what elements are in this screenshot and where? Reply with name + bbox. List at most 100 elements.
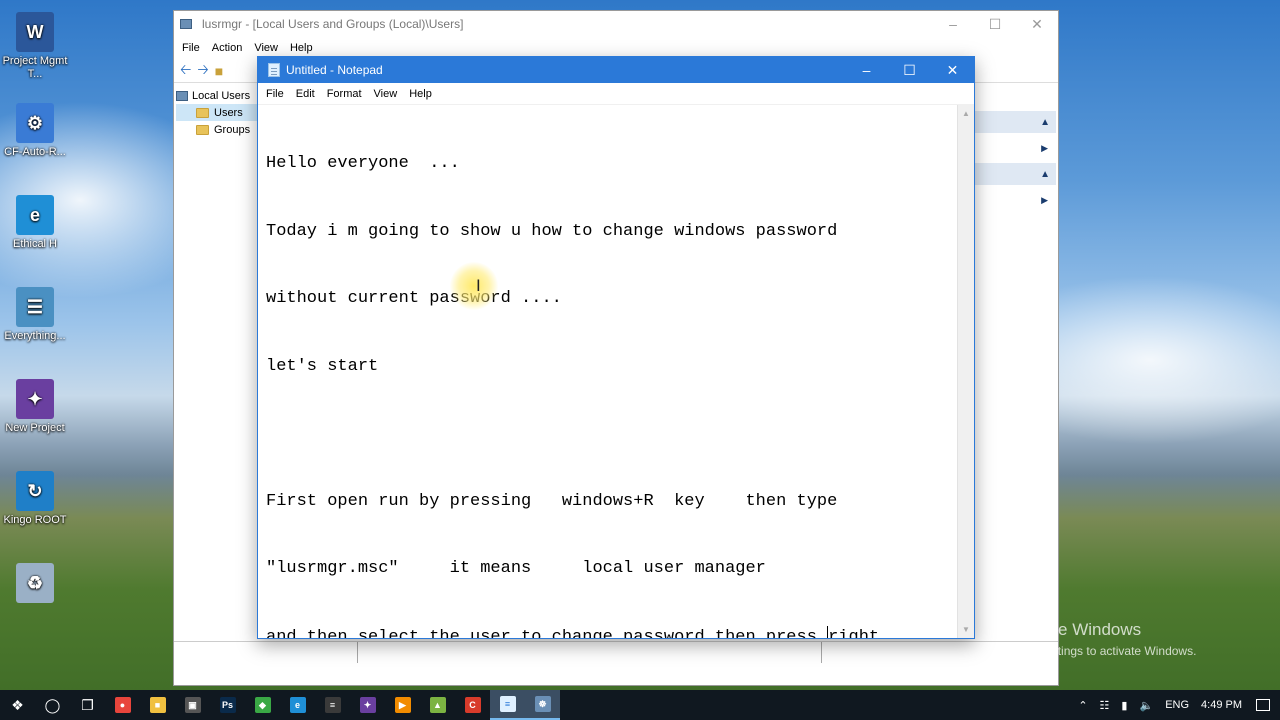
language-indicator[interactable]: ENG: [1159, 699, 1195, 711]
network-icon[interactable]: ☷: [1094, 699, 1116, 712]
desktop-shortcut[interactable]: ↻ Kingo ROOT: [0, 471, 70, 527]
lusrmgr-titlebar[interactable]: lusrmgr - [Local Users and Groups (Local…: [174, 11, 1058, 37]
start-button[interactable]: ❖: [0, 690, 35, 720]
photoshop-icon: Ps: [219, 697, 236, 713]
editor-line: "lusrmgr.msc" it means local user manage…: [266, 559, 766, 578]
forward-arrow-icon[interactable]: 🡢: [197, 59, 208, 83]
clock[interactable]: 4:49 PM: [1195, 699, 1248, 711]
notepad-icon: [268, 63, 280, 77]
maximize-button[interactable]: ☐: [888, 57, 931, 83]
folder-icon: [196, 107, 209, 118]
chrome-icon: ●: [114, 697, 131, 713]
vertical-scrollbar[interactable]: ▲ ▼: [957, 105, 974, 638]
menu-file[interactable]: File: [260, 88, 290, 100]
taskbar-android-studio-button[interactable]: ▲: [420, 690, 455, 720]
text-editor[interactable]: Hello everyone ... Today i m going to sh…: [258, 105, 957, 638]
tree-item-users[interactable]: Users: [176, 104, 266, 121]
actions-pane: ▲ ▶ ▲ ▶: [974, 111, 1056, 215]
desktop-shortcut[interactable]: ✦ New Project: [0, 379, 70, 435]
tree-item-groups[interactable]: Groups: [176, 121, 266, 138]
editor-line: ​: [266, 423, 949, 446]
edge-shortcut-icon: e: [16, 195, 54, 235]
notepad-titlebar[interactable]: Untitled - Notepad – ☐ ✕: [258, 57, 974, 83]
visual-studio-project-icon: ✦: [16, 379, 54, 419]
taskbar: ❖ ◯ ❐ ● ■ ▣ Ps ◆ e ≡ ✦ ▶ ▲ C ≡ ☸ ⌃ ☷ ▮ 🔈 ENG 4:49 PM: [0, 690, 1280, 720]
close-button[interactable]: ✕: [931, 57, 974, 83]
minimize-button[interactable]: –: [932, 11, 974, 37]
editor-line: without current password ....: [266, 289, 562, 308]
console-tree: Local Users Users Groups: [176, 87, 266, 138]
show-hidden-icons-icon[interactable]: ⌃: [1072, 699, 1093, 712]
desktop-shortcut[interactable]: ☰ Everything...: [0, 287, 70, 343]
recycle-bin-icon: ♻: [16, 563, 54, 603]
taskbar-calculator-button[interactable]: ≡: [315, 690, 350, 720]
notepad-menubar: File Edit Format View Help: [258, 83, 974, 105]
calculator-icon: ≡: [324, 697, 341, 713]
file-explorer-icon: ■: [149, 697, 166, 713]
editor-line: First open run by pressing windows+R key…: [266, 491, 838, 511]
taskbar-notepad-button[interactable]: ≡: [490, 690, 525, 720]
menu-action[interactable]: Action: [206, 42, 249, 54]
more-actions-expand[interactable]: ▶: [974, 137, 1056, 159]
ibeam-cursor-icon: I: [476, 276, 481, 295]
menu-help[interactable]: Help: [403, 88, 438, 100]
taskbar-edge-button[interactable]: e: [280, 690, 315, 720]
desktop-shortcut-label: Ethical H: [12, 238, 58, 250]
editor-line-tail: right: [828, 627, 880, 639]
menu-view[interactable]: View: [248, 42, 284, 54]
actions-header-collapse[interactable]: ▲: [974, 111, 1056, 133]
editor-line-with-caret: and then select the user to change passw…: [266, 625, 949, 639]
desktop-shortcut-label: Kingo ROOT: [3, 514, 67, 526]
taskbar-file-explorer-button[interactable]: ■: [140, 690, 175, 720]
taskbar-store-button[interactable]: ▣: [175, 690, 210, 720]
notepad-title: Untitled - Notepad: [286, 63, 383, 77]
minimize-button[interactable]: –: [845, 57, 888, 83]
edge-icon: e: [289, 697, 306, 713]
store-icon: ▣: [184, 697, 201, 713]
notifications-icon[interactable]: [1256, 699, 1270, 711]
watermark-subtitle: Go to Settings to activate Windows.: [1007, 644, 1197, 658]
menu-help[interactable]: Help: [284, 42, 319, 54]
taskbar-media-player-button[interactable]: ▶: [385, 690, 420, 720]
close-button[interactable]: ✕: [1016, 11, 1058, 37]
desktop-shortcut-label: New Project: [5, 422, 65, 434]
scroll-down-icon[interactable]: ▼: [958, 621, 974, 638]
desktop-shortcut[interactable]: ♻: [0, 563, 70, 606]
taskbar-android-tool-button[interactable]: ◆: [245, 690, 280, 720]
desktop-shortcut[interactable]: ⚙ CF-Auto-R...: [0, 103, 70, 159]
word-document-icon: W: [16, 12, 54, 52]
battery-icon[interactable]: ▮: [1115, 699, 1133, 712]
lusrmgr-title: lusrmgr - [Local Users and Groups (Local…: [202, 17, 464, 31]
search-icon[interactable]: ◯: [35, 690, 70, 720]
activation-watermark: Activate Windows Go to Settings to activ…: [1007, 620, 1196, 658]
scroll-up-icon[interactable]: ▲: [958, 105, 974, 122]
taskbar-visual-studio-button[interactable]: ✦: [350, 690, 385, 720]
taskbar-photoshop-button[interactable]: Ps: [210, 690, 245, 720]
desktop-shortcut[interactable]: W Project Mgmt T...: [0, 12, 70, 81]
notepad-icon: ≡: [499, 696, 516, 712]
taskbar-lusrmgr-button[interactable]: ☸: [525, 690, 560, 720]
editor-line: let's start: [266, 356, 379, 376]
cf-auto-root-icon: ⚙: [16, 103, 54, 143]
menu-view[interactable]: View: [368, 88, 404, 100]
actions-header-collapse[interactable]: ▲: [974, 163, 1056, 185]
back-arrow-icon[interactable]: 🡠: [180, 59, 191, 83]
menu-format[interactable]: Format: [321, 88, 368, 100]
taskbar-chrome-button[interactable]: ●: [105, 690, 140, 720]
up-folder-icon[interactable]: ■: [215, 63, 223, 79]
desktop-shortcut-label: Everything...: [4, 330, 66, 342]
desktop-shortcut[interactable]: e Ethical H: [0, 195, 70, 251]
menu-edit[interactable]: Edit: [290, 88, 321, 100]
volume-icon[interactable]: 🔈: [1133, 699, 1159, 712]
more-actions-expand[interactable]: ▶: [974, 189, 1056, 211]
task-view-icon[interactable]: ❐: [70, 690, 105, 720]
editor-line: Today i m going to show u how to change …: [266, 221, 838, 241]
maximize-button[interactable]: ☐: [974, 11, 1016, 37]
kingo-root-icon: ↻: [16, 471, 54, 511]
menu-file[interactable]: File: [176, 42, 206, 54]
computer-icon: [176, 90, 188, 101]
notepad-window[interactable]: Untitled - Notepad – ☐ ✕ File Edit Forma…: [257, 56, 975, 639]
taskbar-screen-recorder-button[interactable]: C: [455, 690, 490, 720]
everything-search-icon: ☰: [16, 287, 54, 327]
tree-root[interactable]: Local Users: [176, 87, 266, 104]
